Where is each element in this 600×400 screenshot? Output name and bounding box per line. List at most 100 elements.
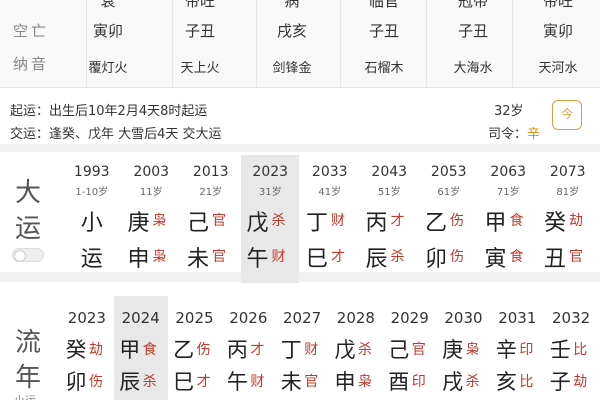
dayun-gan: 乙 [424,211,447,236]
nayin-cell: 剑锋金 [272,61,312,76]
qiyun-row: 起运：出生后10年2月4天8时起运 [10,100,207,119]
dayun-age: 41岁 [318,187,342,198]
dayun-gan: 甲 [484,211,507,236]
liunian-year: 2031 [498,309,537,327]
liunian-gan: 乙 [173,338,195,362]
dayun-gan: 己 [186,211,209,236]
liunian-gan-god: 财 [304,342,319,358]
bazi-chart: 衰 帝旺 病 临官 冠带 帝旺 空亡 纳音 寅卯 子丑 戌亥 子丑 子丑 寅卯 … [0,0,600,88]
chart-top-cell: 冠带 [457,0,488,10]
row-label-nayin: 纳音 [12,55,49,73]
liunian-zhi-god: 官 [304,374,319,390]
liunian-zhi-god: 杀 [142,374,157,390]
chart-top-cell: 病 [284,0,300,10]
dayun-label-2: 运 [14,214,41,244]
dayun-age: 51岁 [377,187,401,198]
chart-top-cell: 临官 [368,0,399,10]
liunian-gan-god: 食 [142,342,157,358]
dayun-year: 2073 [549,164,586,180]
dayun-year: 2043 [371,164,408,180]
dayun-year: 2033 [311,164,348,180]
liunian-label-1: 流 [14,328,41,358]
liunian-zhi-god: 枭 [358,374,372,390]
dayun-gan-god: 食 [509,213,524,229]
liunian-year: 2029 [390,309,429,327]
liunian-label-2: 年 [14,363,41,393]
liunian-gan-god: 才 [250,342,265,358]
liunian-gan-god: 比 [573,342,588,358]
liunian-gan-god: 伤 [196,342,211,358]
nayin-cell: 石榴木 [364,61,404,76]
dayun-zhi: 午 [246,247,269,272]
dayun-zhi: 丑 [543,247,566,272]
liunian-gan: 辛 [495,338,517,362]
dayun-gan-god: 财 [331,213,345,229]
row-label-kongwang: 空亡 [12,22,49,40]
dayun-zhi: 未 [186,247,209,272]
dayun-zhi-god: 官 [212,249,226,265]
liunian-gan: 戊 [334,338,356,362]
dayun-year: 2053 [430,164,467,180]
dayun-gan: 庚 [127,211,150,236]
liunian-gan-god: 杀 [358,342,372,358]
chart-top-cell: 帝旺 [184,0,215,10]
liunian-year: 2030 [444,309,483,327]
dayun-toggle[interactable] [12,248,44,262]
dayun-age: 71岁 [496,187,520,198]
liunian-year: 2024 [121,309,160,327]
dayun-zhi-god: 伤 [450,249,464,265]
dayun-year: 2013 [192,164,229,180]
dayun-zhi: 巳 [305,247,328,272]
dayun-year: 2063 [490,164,527,180]
dayun-gan-god: 官 [212,213,226,229]
jiaoyun-text: 逢癸、戊年 大雪后4天 交大运 [49,127,222,142]
liunian-gan-god: 印 [519,342,534,358]
dayun-zhi: 寅 [484,247,507,272]
dayun-age: 61岁 [437,187,461,198]
nayin-cell: 大海水 [453,61,493,76]
liunian-year: 2023 [67,309,106,327]
qiyun-info [0,88,600,152]
liunian-gan: 壬 [549,338,571,362]
liunian-year: 2032 [551,309,591,327]
chart-top-cell: 衰 [100,0,116,10]
jiaoyun-label: 交运： [10,127,50,142]
dayun-gan: 戊 [246,211,269,236]
liunian-zhi-god: 杀 [465,374,480,390]
nayin-cell: 天上火 [180,61,220,76]
dayun-zhi: 运 [80,247,103,272]
liunian-gan: 己 [388,338,410,362]
dayun-gan: 癸 [543,211,566,236]
liunian-zhi: 酉 [388,370,410,394]
liunian-zhi: 巳 [173,370,195,394]
kongwang-cell: 戌亥 [276,22,307,40]
liunian-zhi-god: 比 [519,374,534,390]
dayun-year: 1993 [73,164,110,180]
liunian-gan: 丙 [226,338,248,362]
dayun-age: 21岁 [199,187,223,198]
liunian-gan: 丁 [280,338,302,362]
liunian-gan: 癸 [65,338,87,362]
liunian-zhi-god: 伤 [89,374,103,390]
dayun-zhi: 辰 [365,247,388,272]
liunian-gan-god: 枭 [465,342,480,358]
chart-top-cell: 帝旺 [542,0,573,10]
dayun-zhi-god: 官 [569,249,583,265]
dayun-gan: 丁 [305,211,328,236]
dayun-gan: 丙 [365,211,388,236]
kongwang-cell: 子丑 [457,22,488,40]
dayun-year: 2003 [133,164,170,180]
kongwang-cell: 寅卯 [92,22,123,40]
dayun-zhi: 申 [127,247,150,272]
calendar-icon[interactable]: 今 [552,100,582,130]
liunian-zhi: 午 [226,370,248,394]
liunian-zhi-god: 劫 [573,374,588,390]
dayun-gan-god: 才 [390,213,405,229]
dayun-age: 31岁 [258,187,282,198]
liunian-sub-label: 小运 [14,392,36,400]
dayun-zhi-god: 才 [331,249,345,265]
nayin-cell: 覆灯火 [88,61,128,76]
liunian-gan-god: 官 [411,342,426,358]
dayun-gan-god: 劫 [569,213,583,229]
liunian-gan: 甲 [119,338,141,362]
